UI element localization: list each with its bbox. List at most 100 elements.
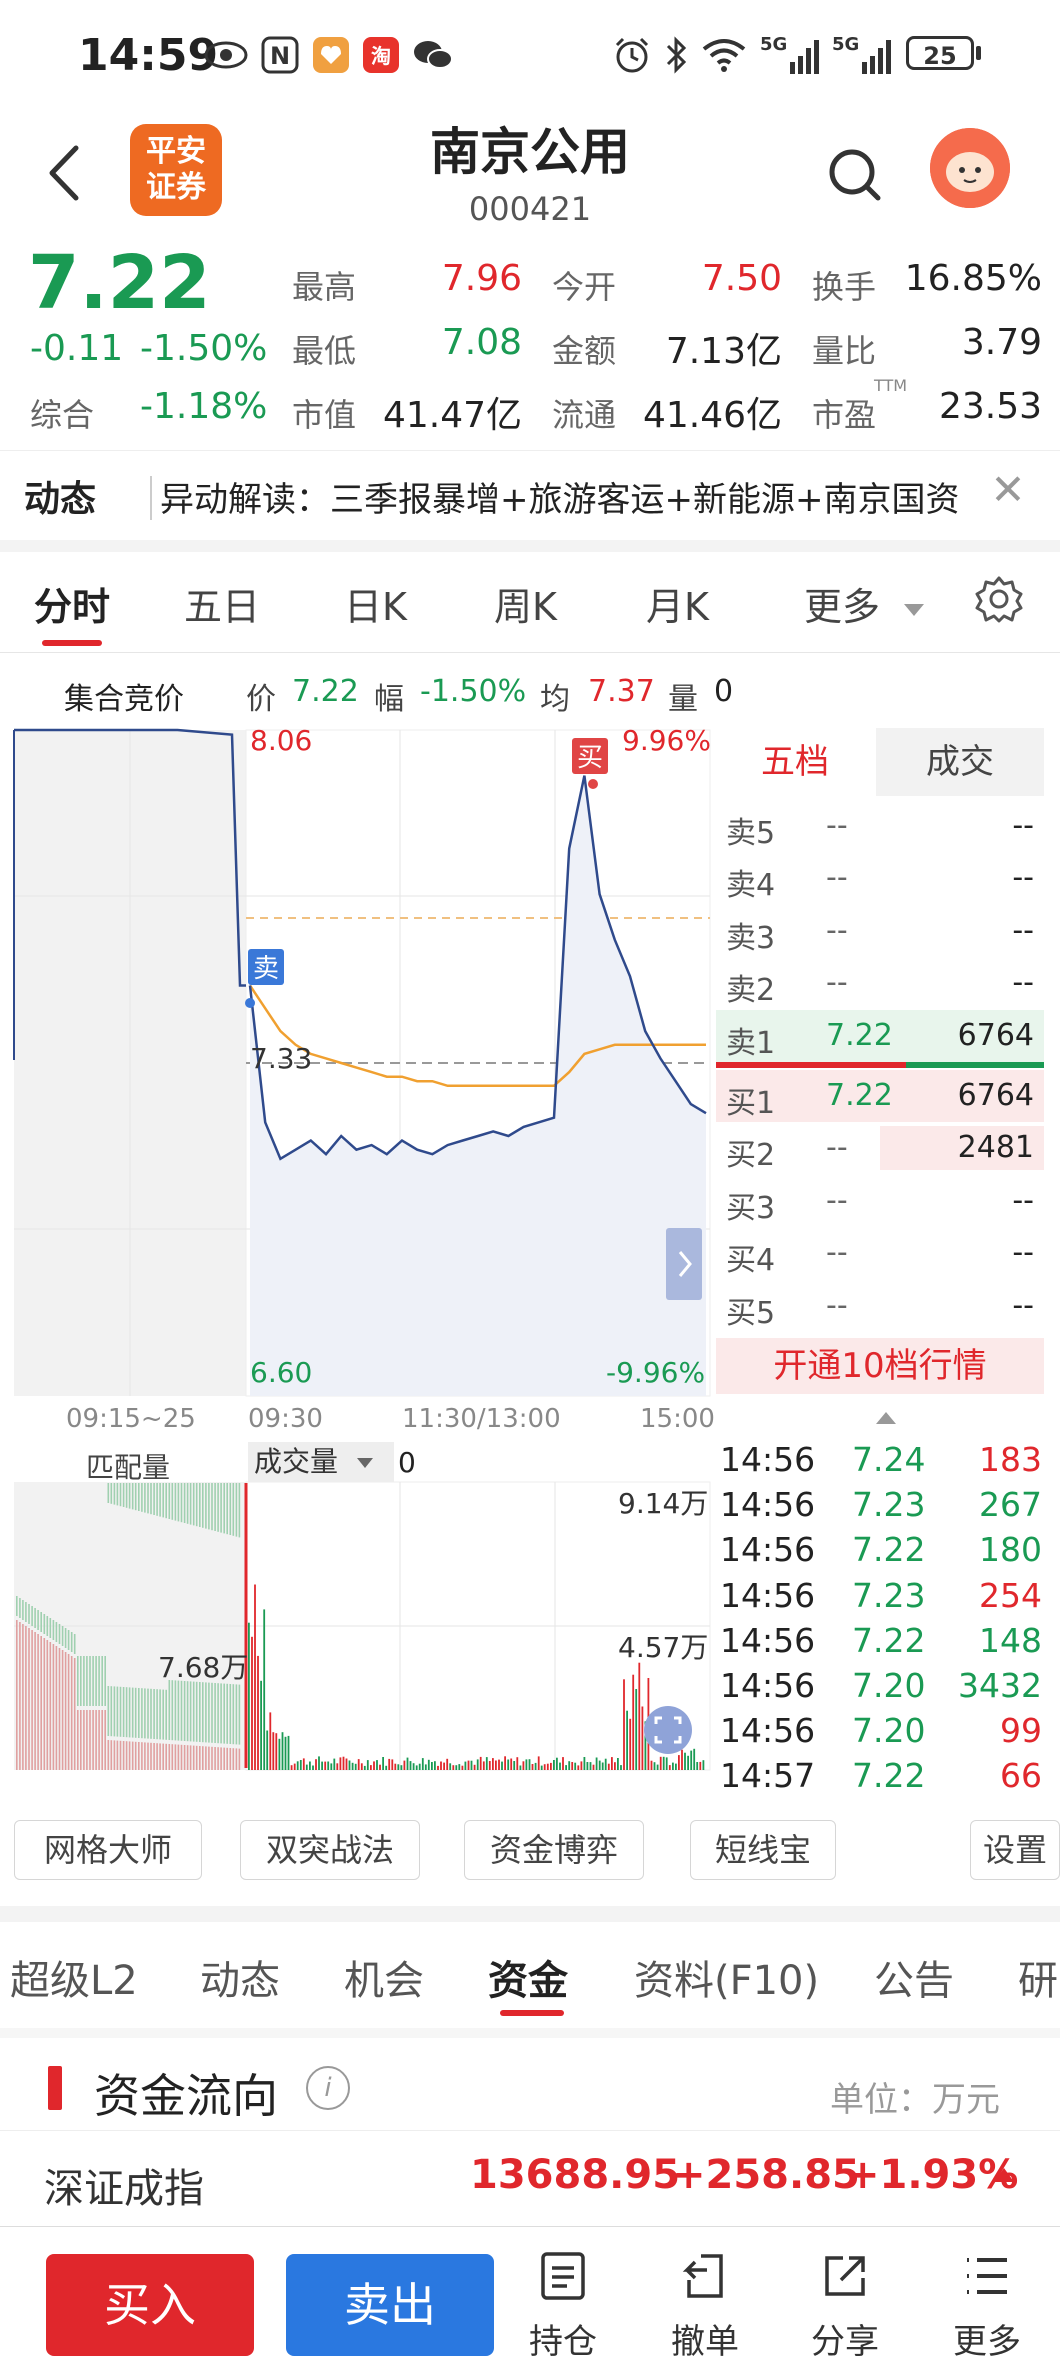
share-label: 分享	[811, 2322, 879, 2362]
level-price: --	[826, 1130, 848, 1166]
ask-row-5[interactable]: 卖5 -- --	[716, 800, 1044, 852]
sell-button[interactable]: 卖出	[286, 2254, 494, 2356]
ask-row-4[interactable]: 卖4 -- --	[716, 852, 1044, 904]
volume-bar	[391, 1759, 394, 1770]
auction-volume-bar	[189, 1483, 192, 1525]
level-price: --	[826, 912, 848, 948]
volume-bar	[461, 1765, 464, 1770]
svg-text:N: N	[270, 42, 290, 70]
auction-volume-bar	[180, 1680, 183, 1741]
current-price: 7.22	[28, 240, 211, 326]
settings-button[interactable]: 设置	[970, 1820, 1060, 1880]
tab-intraday[interactable]: 分时	[34, 576, 110, 631]
volume-bar	[305, 1764, 308, 1770]
volume-bar	[550, 1762, 552, 1770]
close-icon[interactable]: ✕	[984, 466, 1032, 514]
tool-double-breakout[interactable]: 双突战法	[240, 1820, 420, 1880]
auction-volume-bar	[217, 1747, 219, 1770]
tab-trades[interactable]: 成交	[876, 728, 1044, 796]
tab-research[interactable]: 研	[1018, 1948, 1058, 2006]
price-value: 7.22	[292, 674, 359, 709]
auction-volume-label: 7.68万	[158, 1651, 249, 1684]
auction-volume-bar	[183, 1483, 186, 1523]
auction-label: 集合竞价	[64, 682, 184, 717]
auction-volume-bar	[165, 1743, 167, 1770]
bid-row-1[interactable]: 买1 7.22 6764	[716, 1070, 1044, 1122]
trade-price: 7.22	[852, 1620, 926, 1660]
intraday-chart[interactable]: 买 卖	[0, 720, 712, 1800]
auction-volume-bar	[159, 1483, 161, 1517]
volume-bar	[629, 1718, 632, 1770]
auction-volume-bar	[55, 1646, 58, 1770]
tab-daily-k[interactable]: 日K	[344, 576, 407, 631]
auction-volume-bar	[165, 1689, 167, 1740]
float-value: 41.46亿	[642, 395, 782, 436]
trade-row: 14:56 7.23 267	[716, 1483, 1044, 1527]
gear-icon[interactable]	[974, 574, 1024, 624]
volume-bar	[690, 1750, 693, 1770]
more-button[interactable]: 更多	[942, 2250, 1032, 2363]
auction-volume-bar	[77, 1710, 79, 1770]
expand-panel-button[interactable]	[666, 1228, 702, 1300]
holdings-button[interactable]: 持仓	[518, 2250, 608, 2363]
auction-volume-bar	[226, 1683, 228, 1744]
status-time: 14:59	[78, 30, 219, 81]
auction-volume-bar	[192, 1483, 195, 1526]
tab-super-l2[interactable]: 超级L2	[10, 1948, 138, 2006]
section-gap	[0, 1906, 1060, 1922]
trade-row: 14:56 7.22 180	[716, 1528, 1044, 1572]
tab-more[interactable]: 更多	[804, 576, 925, 631]
volume-bar	[598, 1760, 601, 1770]
info-icon[interactable]: i	[306, 2066, 350, 2110]
bid-row-3[interactable]: 买3 -- --	[716, 1175, 1044, 1227]
chevron-down-icon	[356, 1458, 373, 1468]
auction-volume-bar	[211, 1746, 213, 1770]
ask-row-3[interactable]: 卖3 -- --	[716, 905, 1044, 957]
tab-announcements[interactable]: 公告	[874, 1948, 954, 2006]
assistant-avatar[interactable]	[930, 128, 1010, 208]
auction-volume-bar	[232, 1483, 235, 1536]
tool-fund-game[interactable]: 资金博弈	[464, 1820, 644, 1880]
wechat-icon	[410, 34, 456, 76]
search-icon[interactable]	[820, 140, 890, 210]
bid-row-4[interactable]: 买4 -- --	[716, 1227, 1044, 1279]
bid-row-5[interactable]: 买5 -- --	[716, 1280, 1044, 1332]
buy-button[interactable]: 买入	[46, 2254, 254, 2356]
active-tab-indicator	[42, 640, 102, 646]
level-volume: --	[1012, 1182, 1034, 1218]
ask-row-2[interactable]: 卖2 -- --	[716, 957, 1044, 1009]
auction-volume-bar	[113, 1686, 116, 1737]
fullscreen-button[interactable]	[644, 1706, 692, 1754]
volume-selector[interactable]: 成交量	[248, 1442, 394, 1482]
chevron-up-icon[interactable]	[876, 1412, 896, 1424]
volume-bar	[379, 1764, 381, 1770]
volume-bar	[681, 1749, 683, 1770]
news-headline[interactable]: 异动解读：三季报暴增+旅游客运+新能源+南京国资	[160, 472, 990, 521]
x-label-close: 15:00	[640, 1404, 715, 1434]
volume-bar	[522, 1761, 525, 1770]
tab-five-levels[interactable]: 五档	[714, 728, 876, 796]
cancel-order-button[interactable]: 撤单	[660, 2250, 750, 2363]
tab-weekly-k[interactable]: 周K	[494, 576, 557, 631]
auction-volume-bar	[144, 1483, 146, 1513]
index-change-pct: +1.93%	[846, 2152, 1019, 2198]
tool-grid-master[interactable]: 网格大师	[14, 1820, 202, 1880]
volratio-label: 量比	[812, 332, 877, 370]
auction-volume-bar	[165, 1483, 167, 1519]
tab-funds[interactable]: 资金	[488, 1948, 568, 2006]
volume-bar	[699, 1761, 702, 1770]
back-arrow-icon[interactable]	[40, 138, 90, 208]
upgrade-level10-button[interactable]: 开通10档行情	[716, 1338, 1044, 1394]
tab-monthly-k[interactable]: 月K	[646, 576, 709, 631]
tab-f10[interactable]: 资料(F10)	[634, 1948, 819, 2006]
ask-row-1[interactable]: 卖1 7.22 6764	[716, 1009, 1044, 1062]
tool-short-term[interactable]: 短线宝	[690, 1820, 836, 1880]
auction-volume-bar	[235, 1684, 238, 1745]
volume-bar	[553, 1760, 555, 1770]
auction-volume-bar	[43, 1638, 46, 1770]
share-button[interactable]: 分享	[800, 2250, 890, 2363]
bid-row-2[interactable]: 买2 -- 2481	[716, 1122, 1044, 1174]
tab-opportunity[interactable]: 机会	[344, 1948, 424, 2006]
tab-five-day[interactable]: 五日	[184, 576, 260, 631]
tab-dynamics[interactable]: 动态	[200, 1948, 280, 2006]
